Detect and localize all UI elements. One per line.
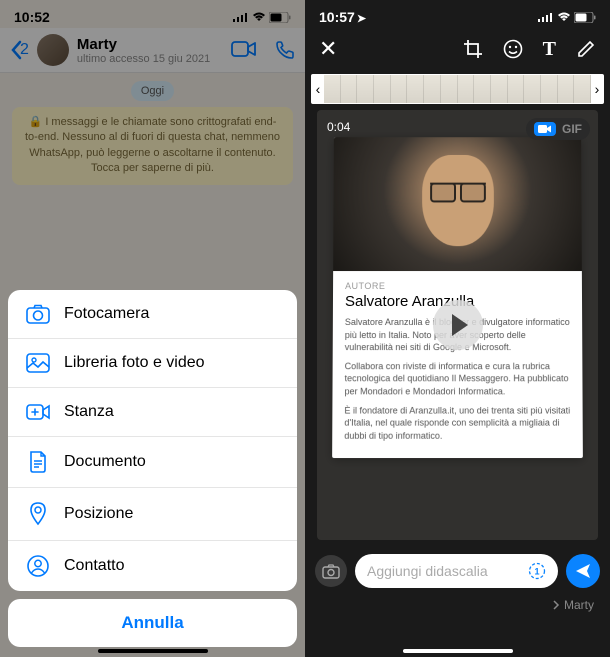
chevron-right-icon	[552, 600, 560, 610]
gif-label: GIF	[562, 122, 582, 136]
video-preview[interactable]: 0:04 GIF AUTORE Salvatore Aranzulla Salv…	[317, 110, 598, 540]
camera-icon	[26, 304, 50, 324]
signal-icon	[538, 12, 554, 22]
recipient-name: Marty	[564, 598, 594, 612]
wifi-icon	[557, 12, 571, 22]
battery-icon	[574, 12, 596, 23]
status-indicators	[538, 12, 596, 23]
send-button[interactable]	[566, 554, 600, 588]
video-duration: 0:04	[327, 120, 350, 134]
video-frames[interactable]	[324, 75, 591, 103]
gif-toggle[interactable]: GIF	[526, 118, 590, 140]
sheet-label: Posizione	[64, 505, 133, 523]
view-once-icon[interactable]: 1	[528, 562, 546, 580]
caption-input[interactable]: Aggiungi didascalia 1	[355, 554, 558, 588]
gallery-icon	[26, 353, 50, 373]
caption-row: Aggiungi didascalia 1	[305, 546, 610, 596]
article-paragraph: Collabora con riviste di informatica e c…	[345, 360, 571, 398]
sheet-item-room[interactable]: Stanza	[8, 388, 297, 437]
play-button[interactable]	[433, 300, 483, 350]
video-trim-strip[interactable]: ‹ ›	[311, 74, 604, 104]
sheet-label: Fotocamera	[64, 305, 149, 323]
crop-icon[interactable]	[463, 39, 483, 59]
whatsapp-chat-screen: 10:52 2 Marty ultimo accesso 15 giu 2021…	[0, 0, 305, 657]
sheet-label: Documento	[64, 453, 146, 471]
home-indicator[interactable]	[98, 649, 208, 653]
home-indicator[interactable]	[403, 649, 513, 653]
article-paragraph: È il fondatore di Aranzulla.it, uno dei …	[344, 404, 570, 442]
sheet-item-contact[interactable]: Contatto	[8, 541, 297, 591]
room-icon	[26, 402, 50, 422]
status-time: 10:57➤	[319, 9, 366, 25]
draw-icon[interactable]	[576, 39, 596, 59]
play-icon	[452, 314, 468, 336]
text-tool-icon[interactable]: T	[543, 38, 556, 61]
close-button[interactable]: ✕	[319, 36, 337, 62]
article-tag: AUTORE	[345, 281, 570, 291]
svg-text:1: 1	[534, 567, 539, 577]
author-photo	[333, 137, 582, 271]
sheet-label: Contatto	[64, 557, 124, 575]
emoji-icon[interactable]	[503, 39, 523, 59]
document-icon	[26, 451, 50, 473]
sheet-item-location[interactable]: Posizione	[8, 488, 297, 541]
sheet-item-gallery[interactable]: Libreria foto e video	[8, 339, 297, 388]
editor-toolbar: ✕ T	[305, 28, 610, 70]
trim-handle-left[interactable]: ‹	[312, 81, 324, 97]
trim-handle-right[interactable]: ›	[591, 81, 603, 97]
recipient-row[interactable]: Marty	[305, 596, 610, 620]
sheet-label: Libreria foto e video	[64, 354, 205, 372]
status-bar: 10:57➤	[305, 0, 610, 28]
caption-placeholder: Aggiungi didascalia	[367, 563, 488, 579]
sheet-label: Stanza	[64, 403, 114, 421]
cancel-button[interactable]: Annulla	[8, 599, 297, 647]
add-media-button[interactable]	[315, 555, 347, 587]
video-mode-icon	[534, 122, 556, 136]
whatsapp-video-editor: 10:57➤ ✕ T ‹ › 0:04 GIF	[305, 0, 610, 657]
sheet-item-document[interactable]: Documento	[8, 437, 297, 488]
location-icon	[26, 502, 50, 526]
sheet-item-camera[interactable]: Fotocamera	[8, 290, 297, 339]
attachment-sheet: Fotocamera Libreria foto e video Stanza …	[8, 290, 297, 647]
article-preview: AUTORE Salvatore Aranzulla Salvatore Ara…	[332, 137, 583, 458]
contact-icon	[26, 555, 50, 577]
